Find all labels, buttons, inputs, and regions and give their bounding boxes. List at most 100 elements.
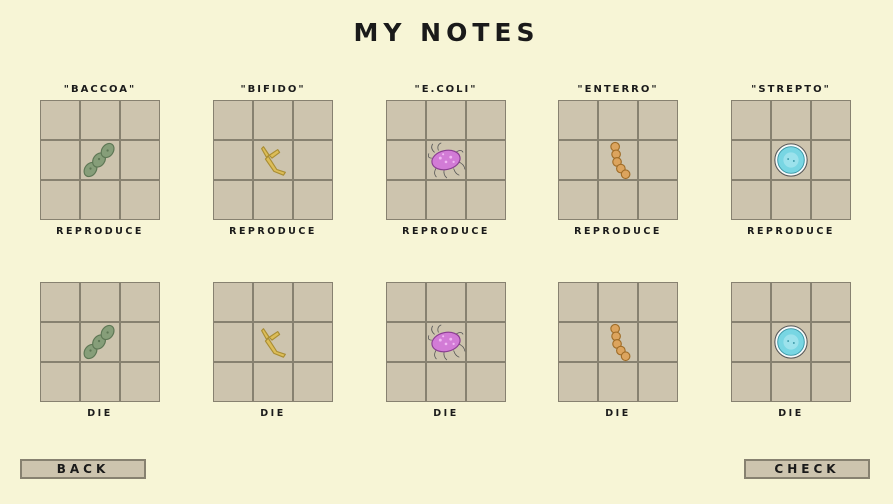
grid-cell[interactable] [41,323,79,361]
grid-cell[interactable] [467,323,505,361]
grid-cell[interactable] [639,181,677,219]
bacterium-name-label: "BIFIDO" [240,84,306,95]
grid-cell[interactable] [599,283,637,321]
grid-cell[interactable] [214,283,252,321]
grid-cell[interactable] [599,101,637,139]
grid-cell[interactable] [732,141,770,179]
reproduce-label: REPRODUCE [747,226,835,237]
grid-cell[interactable] [387,181,425,219]
grid-cell[interactable] [812,181,850,219]
grid-cell[interactable] [121,363,159,401]
grid-cell[interactable] [387,101,425,139]
grid-cell[interactable] [639,283,677,321]
grid-cell[interactable] [254,181,292,219]
grid-cell[interactable] [121,101,159,139]
back-button[interactable]: BACK [20,459,146,479]
grid-cell[interactable] [214,363,252,401]
reproduce-label: REPRODUCE [574,226,662,237]
grid-cell[interactable] [559,181,597,219]
reproduce-label: REPRODUCE [229,226,317,237]
grid-cell[interactable] [427,363,465,401]
grid-cell[interactable] [639,323,677,361]
grid-cell[interactable] [812,141,850,179]
grid-cell[interactable] [732,323,770,361]
notes-grid-reproduce [40,100,160,220]
grid-cell[interactable] [254,363,292,401]
grid-cell[interactable] [732,283,770,321]
grid-cell[interactable] [732,181,770,219]
grid-cell[interactable] [387,363,425,401]
blue-round-bacterium-icon [774,325,808,359]
grid-cell[interactable] [427,283,465,321]
grid-cell[interactable] [294,283,332,321]
grid-cell[interactable] [559,363,597,401]
grid-cell[interactable] [812,283,850,321]
pink-flagellated-bacterium-icon [427,142,466,179]
grid-cell[interactable] [467,283,505,321]
center-cell [81,323,119,361]
center-cell [427,141,466,179]
grid-cell[interactable] [294,101,332,139]
grid-cell[interactable] [732,363,770,401]
notes-grid-reproduce [731,100,851,220]
grid-cell[interactable] [772,181,810,219]
grid-cell[interactable] [254,101,292,139]
grid-cell[interactable] [294,181,332,219]
grid-cell[interactable] [214,141,252,179]
grid-cell[interactable] [41,101,79,139]
grid-cell[interactable] [254,283,292,321]
grid-cell[interactable] [81,283,119,321]
bacterium-name-label: "E.COLI" [414,84,478,95]
grid-cell[interactable] [559,323,597,361]
grid-cell[interactable] [772,363,810,401]
grid-cell[interactable] [599,181,637,219]
grid-cell[interactable] [121,283,159,321]
center-cell [254,141,292,179]
yellow-branched-bacterium-icon [261,146,286,176]
die-label: DIE [87,408,113,419]
grid-cell[interactable] [214,323,252,361]
green-chain-bacterium-icon [83,324,115,360]
grid-cell[interactable] [812,363,850,401]
grid-cell[interactable] [559,283,597,321]
grid-cell[interactable] [387,323,425,361]
check-button[interactable]: CHECK [744,459,870,479]
grid-cell[interactable] [812,101,850,139]
grid-cell[interactable] [467,363,505,401]
grid-cell[interactable] [467,141,505,179]
grid-cell[interactable] [294,141,332,179]
die-label: DIE [433,408,459,419]
grid-cell[interactable] [639,141,677,179]
grid-cell[interactable] [559,141,597,179]
grid-cell[interactable] [41,181,79,219]
grid-cell[interactable] [121,141,159,179]
grid-cell[interactable] [467,181,505,219]
grid-cell[interactable] [81,101,119,139]
grid-cell[interactable] [387,141,425,179]
notes-grid-die [731,282,851,402]
grid-cell[interactable] [41,363,79,401]
grid-cell[interactable] [214,101,252,139]
grid-cell[interactable] [772,283,810,321]
grid-cell[interactable] [121,323,159,361]
grid-cell[interactable] [387,283,425,321]
grid-cell[interactable] [812,323,850,361]
grid-cell[interactable] [732,101,770,139]
grid-cell[interactable] [772,101,810,139]
grid-cell[interactable] [427,181,465,219]
grid-cell[interactable] [294,363,332,401]
grid-cell[interactable] [81,181,119,219]
grid-cell[interactable] [467,101,505,139]
grid-cell[interactable] [81,363,119,401]
grid-cell[interactable] [599,363,637,401]
grid-cell[interactable] [427,101,465,139]
grid-cell[interactable] [639,101,677,139]
grid-cell[interactable] [214,181,252,219]
grid-cell[interactable] [41,283,79,321]
grid-cell[interactable] [121,181,159,219]
bacterium-name-label: "BACCOA" [63,84,137,95]
grid-cell[interactable] [41,141,79,179]
grid-cell[interactable] [559,101,597,139]
grid-cell[interactable] [294,323,332,361]
grid-cell[interactable] [639,363,677,401]
